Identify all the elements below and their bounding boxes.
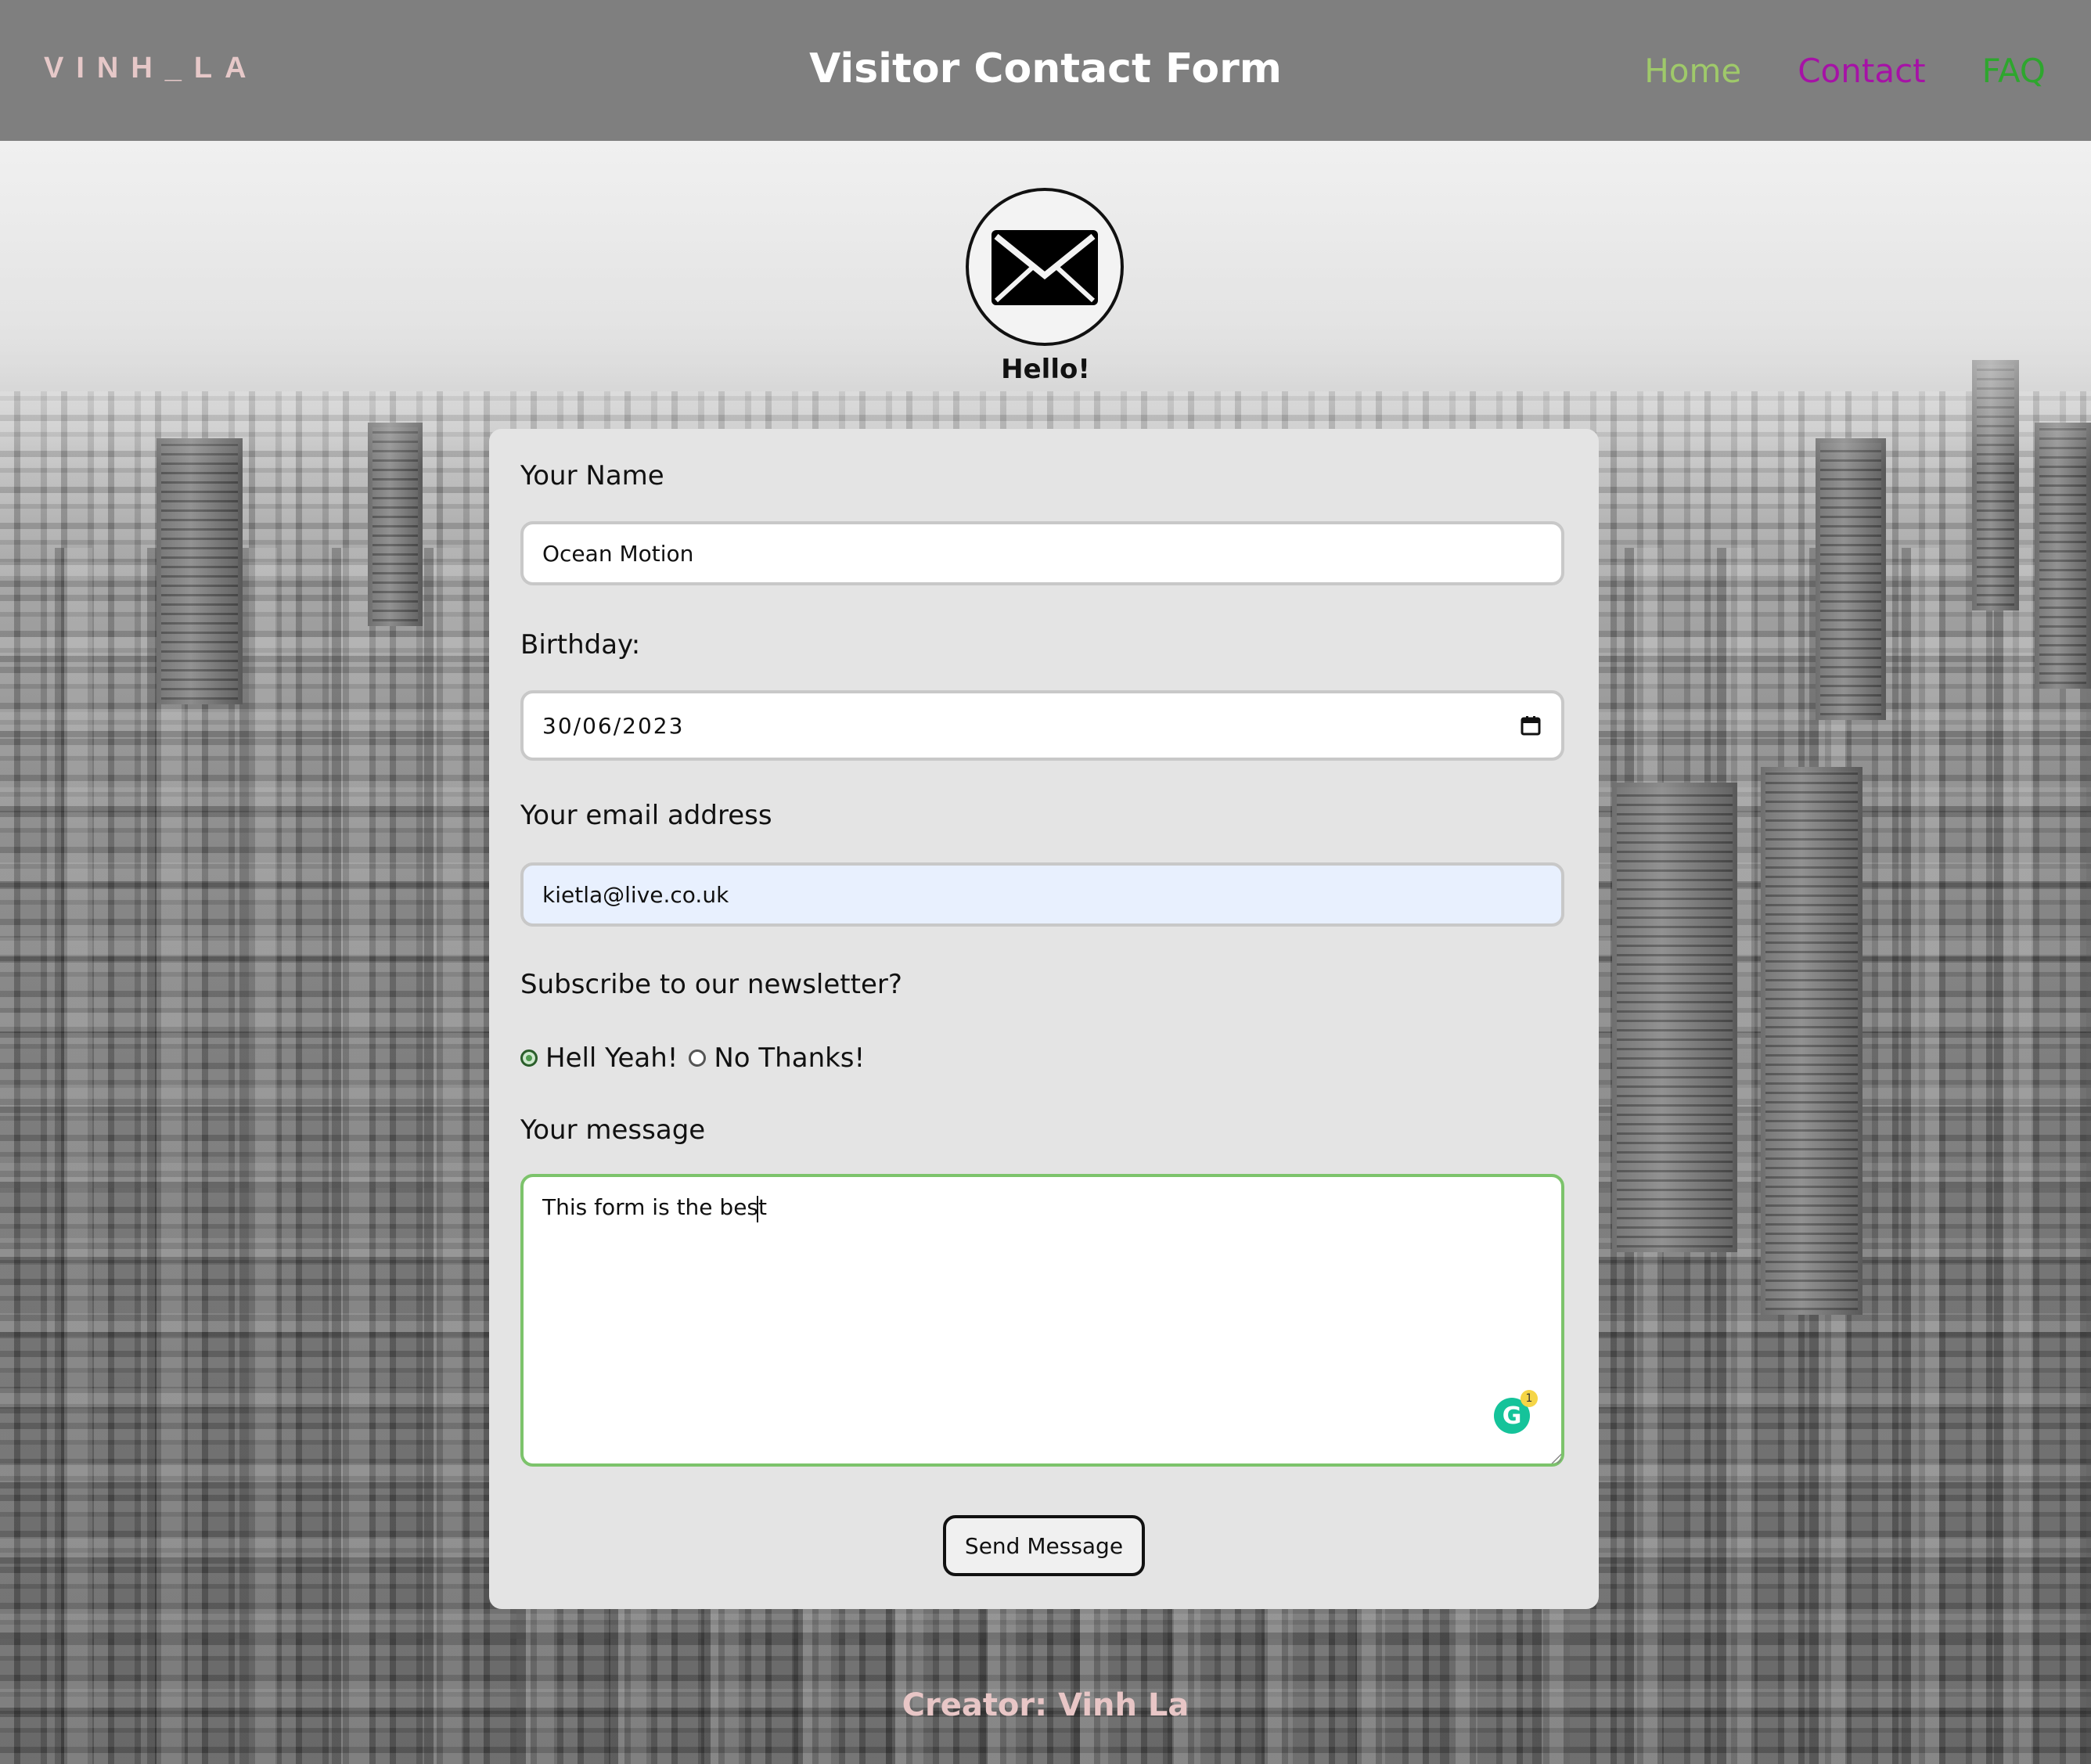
email-label: Your email address [520, 800, 772, 831]
newsletter-no-label[interactable]: No Thanks! [714, 1042, 865, 1074]
newsletter-label: Subscribe to our newsletter? [520, 969, 902, 1000]
contact-form: Your Name Birthday: Your email address S… [489, 429, 1599, 1609]
text-caret [757, 1196, 758, 1222]
nav-link-faq[interactable]: FAQ [1982, 52, 2046, 90]
textarea-resize-handle[interactable] [1550, 1453, 1561, 1463]
creator-credit: Creator: Vinh La [902, 1687, 1189, 1723]
top-navbar: VINH_LA Visitor Contact Form Home Contac… [0, 0, 2091, 141]
nav-link-home[interactable]: Home [1644, 52, 1741, 90]
birthday-field[interactable] [520, 690, 1564, 761]
calendar-icon[interactable] [1521, 715, 1541, 736]
envelope-icon [966, 188, 1124, 346]
newsletter-options: Hell Yeah! No Thanks! [520, 1042, 865, 1074]
birthday-label: Birthday: [520, 629, 641, 661]
message-textarea[interactable]: This form is the best [520, 1174, 1564, 1467]
newsletter-no-radio[interactable] [689, 1049, 707, 1067]
name-input[interactable] [520, 521, 1564, 585]
birthday-input[interactable] [520, 690, 1564, 761]
email-input[interactable] [520, 862, 1564, 927]
newsletter-yes-radio[interactable] [520, 1049, 538, 1067]
name-label: Your Name [520, 460, 664, 491]
newsletter-yes-label[interactable]: Hell Yeah! [545, 1042, 678, 1074]
message-label: Your message [520, 1114, 706, 1146]
greeting-heading: Hello! [1001, 354, 1090, 385]
nav-link-contact[interactable]: Contact [1798, 52, 1925, 90]
grammarly-count-badge: 1 [1521, 1390, 1538, 1407]
send-message-button[interactable]: Send Message [943, 1515, 1145, 1576]
main-nav: Home Contact FAQ [1644, 52, 2046, 90]
